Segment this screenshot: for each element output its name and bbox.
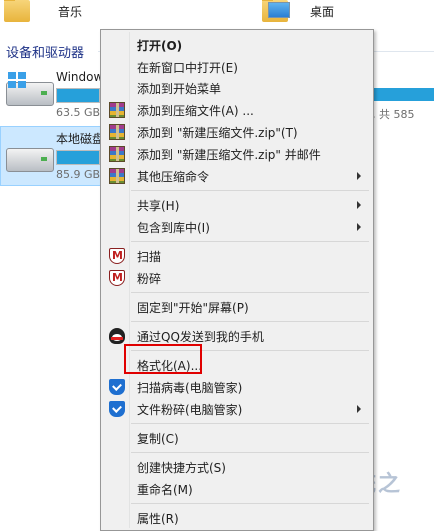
menu-separator [131, 241, 369, 242]
mcafee-shield-icon [109, 248, 125, 264]
winrar-icon [109, 124, 125, 140]
drive-d-name[interactable]: 本地磁盘 [56, 130, 104, 147]
menu-item-label: 包含到库中(I) [137, 221, 210, 235]
menu-item-label: 扫描病毒(电脑管家) [137, 381, 243, 395]
windows-logo-icon [8, 72, 26, 88]
menu-item-pin-to-start[interactable]: 固定到"开始"屏幕(P) [103, 296, 371, 318]
menu-separator [131, 423, 369, 424]
drive-c-usage-bar [56, 88, 100, 103]
format-highlight-box [124, 344, 202, 374]
submenu-arrow-icon [357, 172, 361, 180]
drive-c-usage-bar-right [372, 88, 434, 101]
drive-c-size: 63.5 GB [56, 106, 101, 119]
menu-item-copy[interactable]: 复制(C) [103, 427, 371, 449]
qq-penguin-icon [109, 328, 125, 344]
music-folder-label[interactable]: 音乐 [58, 3, 82, 20]
tencent-guard-icon [109, 401, 125, 417]
menu-item-virus-scan[interactable]: 扫描病毒(电脑管家) [103, 376, 371, 398]
drive-c-total-text: , 共 585 [372, 108, 415, 121]
menu-item-file-shred[interactable]: 文件粉碎(电脑管家) [103, 398, 371, 420]
menu-item-label: 创建快捷方式(S) [137, 461, 226, 475]
menu-separator [131, 503, 369, 504]
menu-item-label: 打开(O) [137, 39, 183, 53]
drive-d-usage-bar [56, 150, 100, 165]
menu-item-label: 属性(R) [137, 512, 179, 526]
menu-item-add-to-zip[interactable]: 添加到 "新建压缩文件.zip"(T) [103, 121, 371, 143]
devices-section-title: 设备和驱动器 [6, 46, 85, 61]
menu-item-label: 添加到 "新建压缩文件.zip" 并邮件 [137, 148, 321, 162]
menu-item-add-to-start-menu[interactable]: 添加到开始菜单 [103, 77, 371, 99]
hard-drive-icon[interactable] [6, 148, 54, 172]
menu-item-label: 重命名(M) [137, 483, 193, 497]
menu-separator [131, 321, 369, 322]
menu-item-label: 复制(C) [137, 432, 179, 446]
desktop-screen-icon [268, 2, 290, 18]
menu-item-create-shortcut[interactable]: 创建快捷方式(S) [103, 456, 371, 478]
music-folder-icon[interactable] [4, 0, 30, 22]
menu-item-rename[interactable]: 重命名(M) [103, 478, 371, 500]
menu-item-label: 通过QQ发送到我的手机 [137, 330, 264, 344]
winrar-icon [109, 102, 125, 118]
tencent-guard-icon [109, 379, 125, 395]
desktop-folder-label[interactable]: 桌面 [310, 3, 334, 20]
menu-item-open-new-window[interactable]: 在新窗口中打开(E) [103, 56, 371, 78]
menu-item-share[interactable]: 共享(H) [103, 194, 371, 216]
menu-item-label: 粉碎 [137, 272, 162, 286]
submenu-arrow-icon [357, 223, 361, 231]
menu-item-label: 添加到 "新建压缩文件.zip"(T) [137, 126, 298, 140]
menu-item-open[interactable]: 打开(O) [103, 34, 371, 56]
menu-item-include-in-library[interactable]: 包含到库中(I) [103, 216, 371, 238]
menu-item-label: 其他压缩命令 [137, 170, 210, 184]
menu-item-label: 文件粉碎(电脑管家) [137, 403, 243, 417]
drive-d-size: 85.9 GB [56, 168, 101, 181]
menu-item-other-compress[interactable]: 其他压缩命令 [103, 165, 371, 187]
drive-c-name[interactable]: Window [56, 70, 103, 84]
menu-item-label: 共享(H) [137, 199, 180, 213]
submenu-arrow-icon [357, 201, 361, 209]
menu-item-label: 固定到"开始"屏幕(P) [137, 301, 249, 315]
drive-c-usage-fill [57, 89, 99, 102]
menu-item-properties[interactable]: 属性(R) [103, 507, 371, 529]
menu-item-scan[interactable]: 扫描 [103, 245, 371, 267]
menu-item-label: 在新窗口中打开(E) [137, 61, 238, 75]
context-menu: 打开(O) 在新窗口中打开(E) 添加到开始菜单 添加到压缩文件(A) ... … [100, 29, 374, 531]
winrar-icon [109, 146, 125, 162]
menu-item-add-to-archive[interactable]: 添加到压缩文件(A) ... [103, 99, 371, 121]
submenu-arrow-icon [357, 405, 361, 413]
menu-item-shred[interactable]: 粉碎 [103, 267, 371, 289]
menu-item-label: 添加到压缩文件(A) ... [137, 104, 254, 118]
menu-item-label: 扫描 [137, 250, 162, 264]
menu-separator [131, 190, 369, 191]
drive-d-usage-fill [57, 151, 99, 164]
winrar-icon [109, 168, 125, 184]
mcafee-shield-icon [109, 270, 125, 286]
menu-separator [131, 292, 369, 293]
menu-separator [131, 452, 369, 453]
menu-item-label: 添加到开始菜单 [137, 82, 222, 96]
menu-item-add-to-zip-email[interactable]: 添加到 "新建压缩文件.zip" 并邮件 [103, 143, 371, 165]
